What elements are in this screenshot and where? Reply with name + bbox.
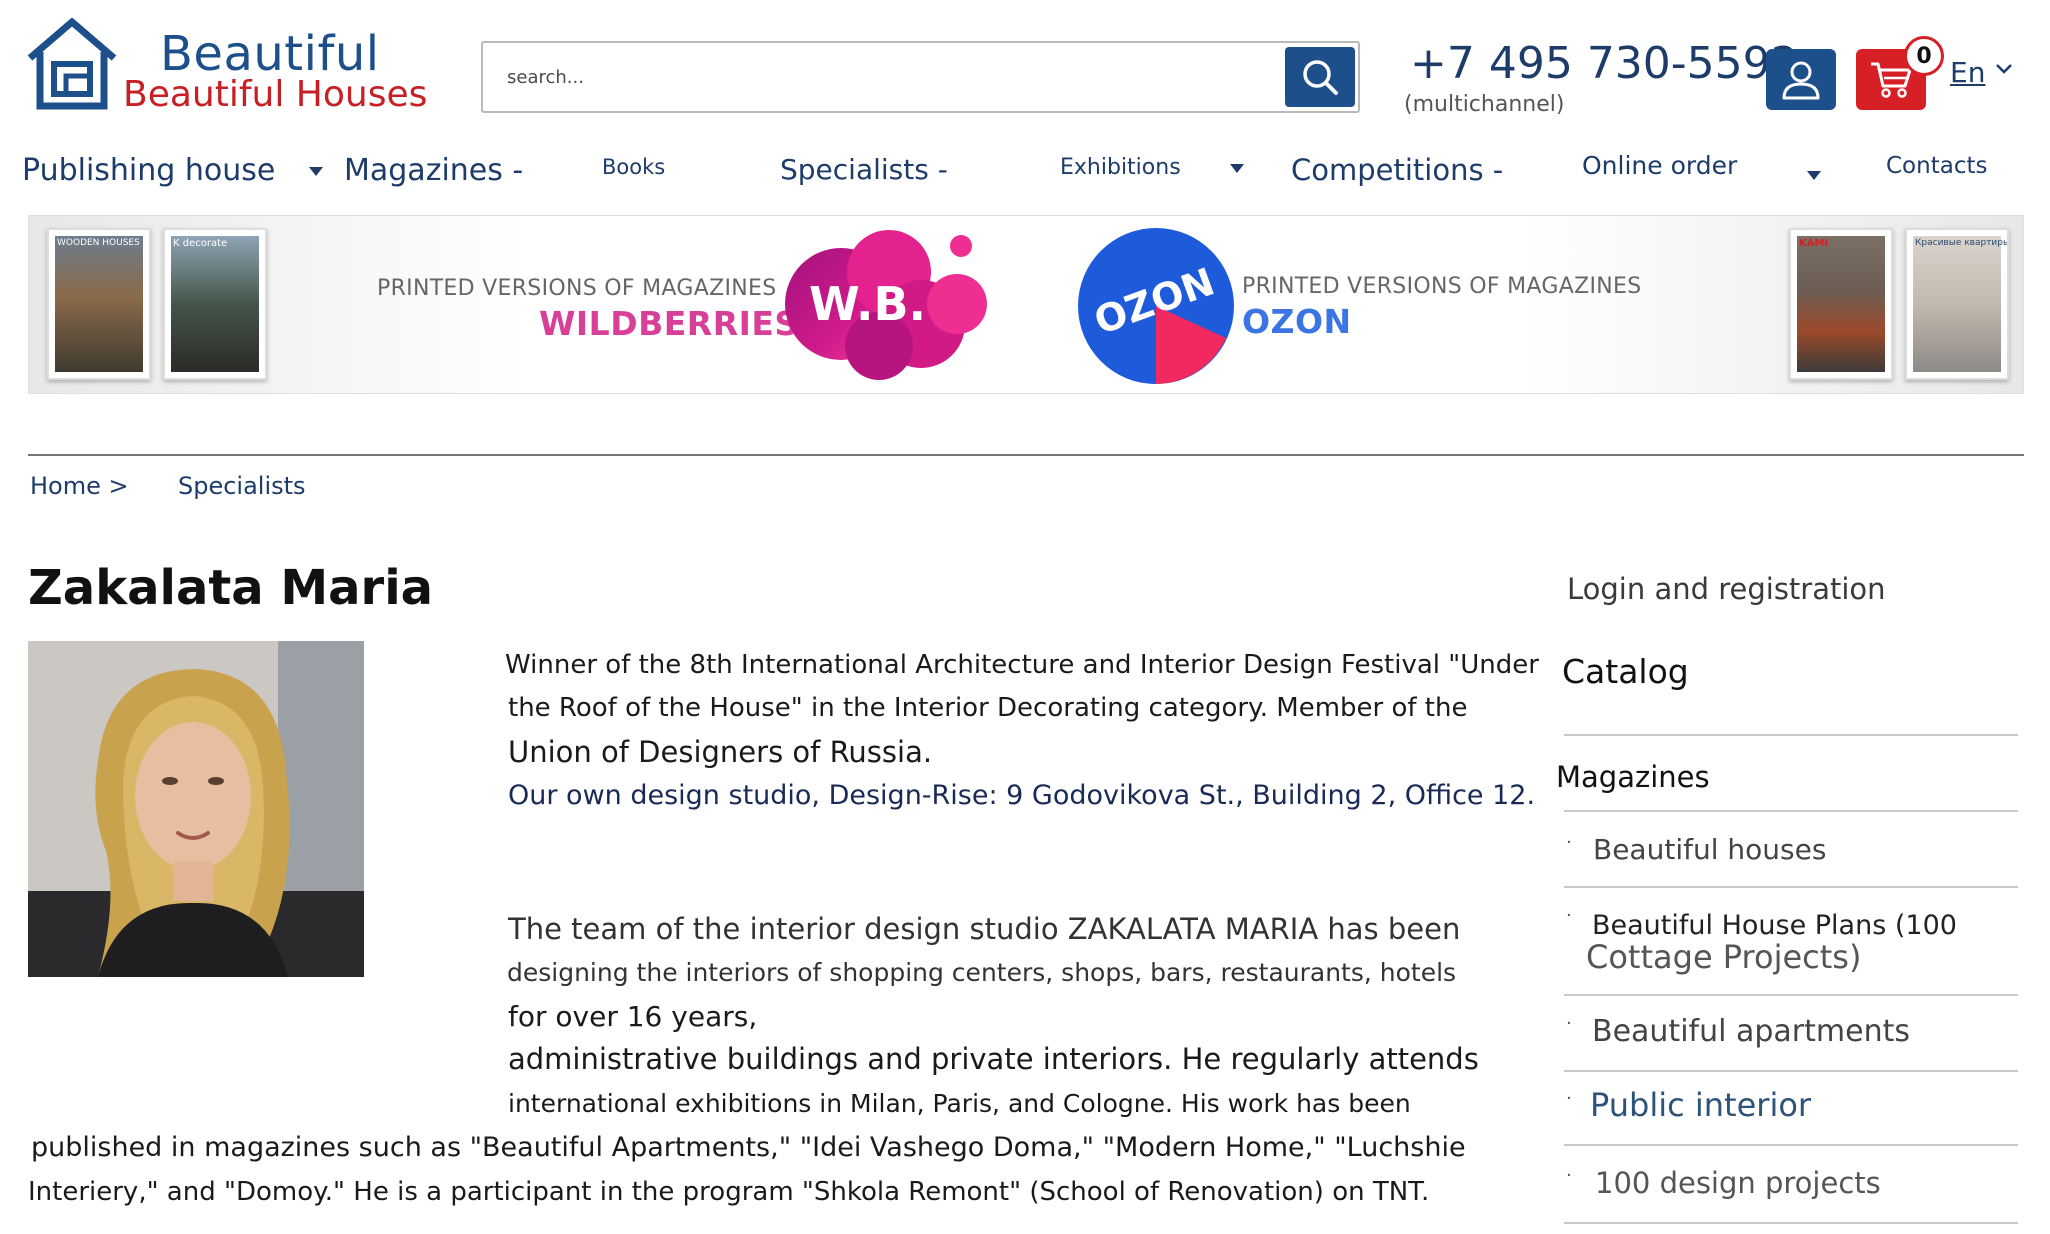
nav-online-order[interactable]: Online order bbox=[1582, 151, 1822, 180]
sidebar-item-100-design-projects[interactable]: 100 design projects bbox=[1595, 1166, 1881, 1200]
caret-down-icon bbox=[1807, 170, 1822, 180]
bio-line: Interiery," and "Domoy." He is a partici… bbox=[28, 1177, 1430, 1207]
bio-line: Union of Designers of Russia. bbox=[508, 735, 933, 769]
bullet-icon: · bbox=[1566, 1013, 1572, 1034]
divider bbox=[1564, 994, 2018, 996]
sidebar-item-beautiful-apartments[interactable]: Beautiful apartments bbox=[1592, 1014, 1910, 1049]
bio-line: Winner of the 8th International Architec… bbox=[505, 650, 1539, 680]
logo-line2: Beautiful Houses bbox=[123, 74, 428, 115]
sidebar-item-beautiful-houses[interactable]: Beautiful houses bbox=[1593, 833, 1826, 866]
nav-exhibitions[interactable]: Exhibitions bbox=[1060, 155, 1244, 180]
divider bbox=[1564, 1070, 2018, 1072]
sidebar-item-house-plans-cont[interactable]: Cottage Projects) bbox=[1586, 938, 1861, 976]
divider bbox=[1564, 1144, 2018, 1146]
sidebar-item-house-plans[interactable]: Beautiful House Plans (100 bbox=[1592, 910, 1957, 941]
sidebar-magazines[interactable]: Magazines bbox=[1556, 760, 1710, 794]
magazine-cover: Красивые квартиры bbox=[1905, 228, 2009, 380]
magazine-cover: K decorate bbox=[163, 228, 267, 380]
marketplace-banner[interactable]: WOODEN HOUSES K decorate PRINTED VERSION… bbox=[28, 215, 2024, 394]
wb-store-name: WILDBERRIES bbox=[539, 304, 799, 343]
search-button[interactable] bbox=[1285, 47, 1355, 107]
magazine-cover: WOODEN HOUSES bbox=[47, 228, 151, 380]
divider bbox=[1564, 1222, 2018, 1224]
divider bbox=[1564, 734, 2018, 736]
nav-competitions[interactable]: Competitions - bbox=[1291, 153, 1503, 187]
account-button[interactable] bbox=[1766, 49, 1836, 110]
house-logo-icon bbox=[27, 18, 117, 110]
bio-line: The team of the interior design studio Z… bbox=[508, 912, 1461, 946]
page-title: Zakalata Maria bbox=[28, 560, 434, 616]
site-logo[interactable]: Beautiful Beautiful Houses bbox=[26, 18, 427, 118]
divider bbox=[28, 454, 2024, 456]
breadcrumb-home[interactable]: Home > bbox=[30, 472, 129, 500]
main-nav: Publishing house Magazines - Books Speci… bbox=[0, 145, 2050, 200]
sidebar-item-public-interior[interactable]: Public interior bbox=[1590, 1086, 1811, 1124]
right-sidebar: Login and registration Catalog Magazines… bbox=[1550, 560, 2020, 1230]
bio-line: the Roof of the House" in the Interior D… bbox=[508, 693, 1468, 723]
caret-down-icon bbox=[1229, 163, 1244, 173]
caret-down-icon bbox=[308, 167, 323, 176]
nav-magazines[interactable]: Magazines - bbox=[344, 153, 523, 188]
bio-line: international exhibitions in Milan, Pari… bbox=[508, 1089, 1411, 1118]
login-link[interactable]: Login and registration bbox=[1567, 572, 1886, 606]
bio-line: administrative buildings and private int… bbox=[508, 1042, 1479, 1076]
profile-photo bbox=[28, 641, 364, 977]
bio-line: published in magazines such as "Beautifu… bbox=[31, 1132, 1466, 1163]
ozon-store-name: OZON bbox=[1242, 302, 1352, 341]
nav-books[interactable]: Books bbox=[602, 155, 665, 179]
bio-line: for over 16 years, bbox=[508, 1000, 758, 1033]
language-selector[interactable]: En bbox=[1950, 56, 1985, 89]
search-icon bbox=[1303, 60, 1338, 95]
catalog-heading: Catalog bbox=[1562, 652, 1689, 691]
bullet-icon: · bbox=[1566, 1088, 1572, 1109]
wildberries-logo-icon: W.B. bbox=[785, 230, 987, 380]
bio-line: designing the interiors of shopping cent… bbox=[507, 958, 1457, 987]
nav-contacts[interactable]: Contacts bbox=[1886, 153, 1987, 179]
bullet-icon: · bbox=[1566, 905, 1572, 926]
divider bbox=[1564, 886, 2018, 888]
chevron-down-icon[interactable] bbox=[1994, 62, 2014, 76]
cart-count-badge: 0 bbox=[1904, 36, 1944, 76]
bullet-icon: · bbox=[1566, 832, 1572, 853]
bullet-icon: · bbox=[1566, 1165, 1572, 1186]
search-bar bbox=[481, 41, 1360, 113]
ozon-logo-icon: OZON bbox=[1078, 228, 1234, 384]
user-icon bbox=[1782, 61, 1820, 99]
breadcrumb-current[interactable]: Specialists bbox=[178, 472, 306, 500]
wb-caption: PRINTED VERSIONS OF MAGAZINES bbox=[377, 276, 777, 301]
divider bbox=[1564, 810, 2018, 812]
magazine-cover: KAMI bbox=[1789, 228, 1893, 380]
search-input[interactable] bbox=[507, 43, 1287, 111]
phone-note: (multichannel) bbox=[1404, 92, 1565, 117]
ozon-caption: PRINTED VERSIONS OF MAGAZINES bbox=[1242, 274, 1642, 299]
site-header: Beautiful Beautiful Houses +7 495 730-55… bbox=[0, 0, 2050, 150]
nav-publishing-house[interactable]: Publishing house bbox=[22, 153, 323, 188]
nav-specialists[interactable]: Specialists - bbox=[780, 153, 948, 186]
wb-badge-text: W.B. bbox=[809, 277, 926, 331]
phone-number[interactable]: +7 495 730-5592 bbox=[1410, 38, 1799, 89]
bio-line: Our own design studio, Design-Rise: 9 Go… bbox=[508, 780, 1536, 811]
